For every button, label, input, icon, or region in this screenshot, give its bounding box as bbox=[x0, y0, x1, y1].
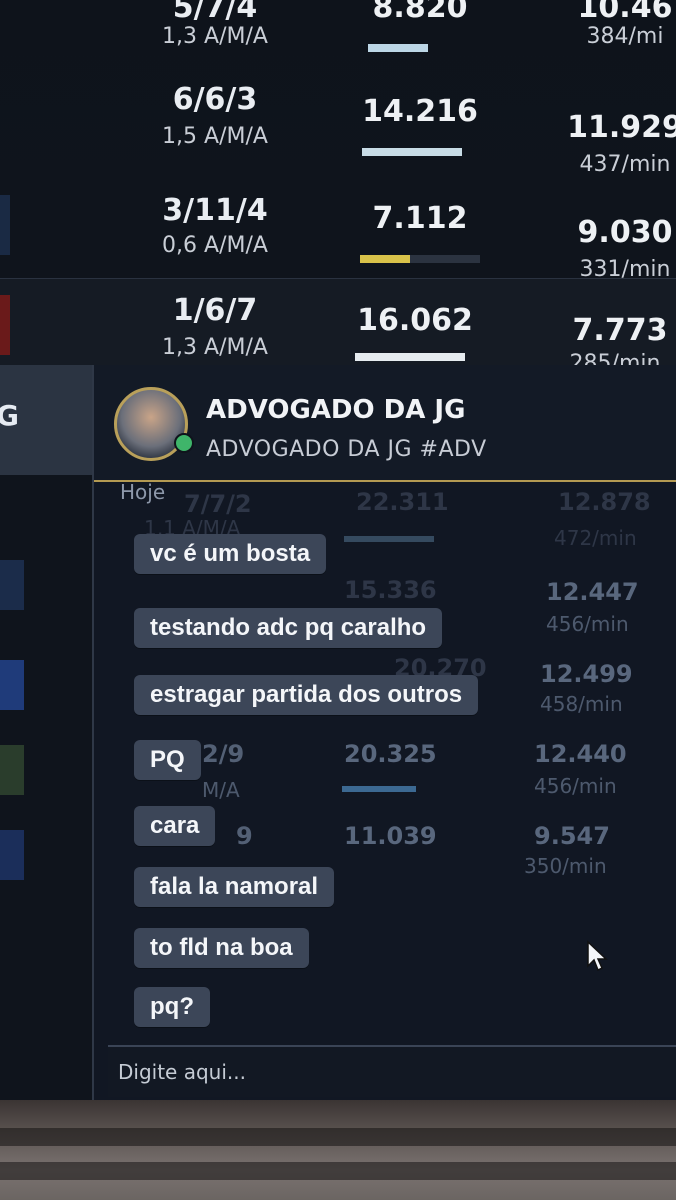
kda: 5/7/4 bbox=[172, 0, 258, 25]
kda-ratio: 1,5 A/M/A bbox=[162, 124, 268, 149]
damage-bar bbox=[368, 44, 428, 52]
chat-input-bar bbox=[108, 1045, 676, 1097]
chat-message: pq? bbox=[134, 987, 210, 1027]
kda: 6/6/3 bbox=[172, 82, 258, 117]
gold-per-min: 384/mi bbox=[586, 24, 664, 49]
online-status-icon bbox=[174, 433, 194, 453]
ghost-ratio: M/A bbox=[202, 778, 240, 802]
ghost-gold: 12.499 bbox=[540, 660, 633, 688]
friend-riot-id: ADVOGADO DA JG #ADV bbox=[206, 437, 487, 462]
game-screen: 5/7/4 1,3 A/M/A 8.820 10.46 384/mi 6/6/3… bbox=[0, 0, 676, 1100]
ghost-bar bbox=[342, 786, 416, 792]
ghost-gold: 12.878 bbox=[558, 488, 651, 516]
ghost-gold: 9.547 bbox=[534, 822, 610, 850]
gold-value: 9.030 bbox=[577, 215, 673, 250]
champion-icon bbox=[0, 560, 24, 610]
champion-icon bbox=[0, 745, 24, 795]
damage-bar bbox=[362, 148, 462, 156]
keyboard-row bbox=[0, 1162, 676, 1180]
damage-value: 8.820 bbox=[372, 0, 468, 25]
kda-ratio: 1,3 A/M/A bbox=[162, 24, 268, 49]
ghost-bar bbox=[344, 536, 434, 542]
keyboard-row bbox=[0, 1128, 676, 1146]
ghost-gold-min: 456/min bbox=[546, 612, 629, 636]
damage-value: 14.216 bbox=[362, 94, 478, 129]
chat-message: to fld na boa bbox=[134, 928, 309, 968]
chat-message: fala la namoral bbox=[134, 867, 335, 907]
ghost-gold-min: 472/min bbox=[554, 526, 637, 550]
ghost-damage: 22.311 bbox=[356, 488, 449, 516]
date-separator: Hoje bbox=[120, 482, 166, 504]
chat-message: PQ bbox=[134, 740, 201, 780]
damage-bar bbox=[360, 255, 480, 263]
chat-panel: ADVOGADO DA JG ADVOGADO DA JG #ADV 7/7/2… bbox=[92, 365, 676, 1100]
champion-icon bbox=[0, 660, 24, 710]
damage-bar bbox=[355, 353, 465, 361]
chat-message: cara bbox=[134, 806, 216, 846]
gold-value: 7.773 bbox=[572, 313, 668, 348]
monitor-bezel bbox=[0, 1100, 676, 1200]
team-column bbox=[0, 365, 92, 1100]
scoreboard-row: 5/7/4 1,3 A/M/A 8.820 10.46 384/mi bbox=[0, 0, 676, 60]
gold-value: 10.46 bbox=[577, 0, 673, 25]
ghost-kda: 2/9 bbox=[202, 740, 245, 768]
gold-value: 11.929 bbox=[567, 110, 676, 145]
kda-ratio: 0,6 A/M/A bbox=[162, 233, 268, 258]
champion-icon bbox=[0, 830, 24, 880]
ghost-gold: 12.447 bbox=[546, 578, 639, 606]
damage-value: 7.112 bbox=[372, 201, 468, 236]
damage-value: 16.062 bbox=[357, 303, 473, 338]
ghost-kda: 9 bbox=[236, 822, 253, 850]
kda: 3/11/4 bbox=[162, 193, 268, 228]
chat-input[interactable] bbox=[116, 1053, 660, 1091]
ghost-kda: 7/7/2 bbox=[184, 490, 252, 518]
scoreboard-row: 6/6/3 1,5 A/M/A 14.216 11.929 437/min bbox=[0, 70, 676, 177]
gold-per-min: 437/min bbox=[579, 152, 671, 177]
scoreboard-row-highlighted: 1/6/7 1,3 A/M/A 16.062 7.773 285/min bbox=[0, 278, 676, 376]
scoreboard-row: 3/11/4 0,6 A/M/A 7.112 9.030 331/min bbox=[0, 175, 676, 282]
champion-icon bbox=[0, 295, 10, 355]
tab-letter-text: G bbox=[0, 399, 19, 432]
chat-header: ADVOGADO DA JG ADVOGADO DA JG #ADV bbox=[94, 365, 676, 482]
kda: 1/6/7 bbox=[172, 293, 258, 328]
ghost-gold-min: 456/min bbox=[534, 774, 617, 798]
chat-message: testando adc pq caralho bbox=[134, 608, 443, 648]
ghost-damage: 20.325 bbox=[344, 740, 437, 768]
ghost-gold-min: 458/min bbox=[540, 692, 623, 716]
ghost-gold: 12.440 bbox=[534, 740, 627, 768]
ghost-gold-min: 350/min bbox=[524, 854, 607, 878]
chat-message: vc é um bosta bbox=[134, 534, 327, 574]
kda-ratio: 1,3 A/M/A bbox=[162, 335, 268, 360]
friend-name: ADVOGADO DA JG bbox=[206, 395, 466, 425]
mouse-cursor-icon bbox=[587, 940, 608, 972]
champion-icon bbox=[0, 195, 10, 255]
ghost-damage: 15.336 bbox=[344, 576, 437, 604]
chat-message: estragar partida dos outros bbox=[134, 675, 479, 715]
tab-letter[interactable]: G bbox=[0, 365, 92, 475]
ghost-damage: 11.039 bbox=[344, 822, 437, 850]
